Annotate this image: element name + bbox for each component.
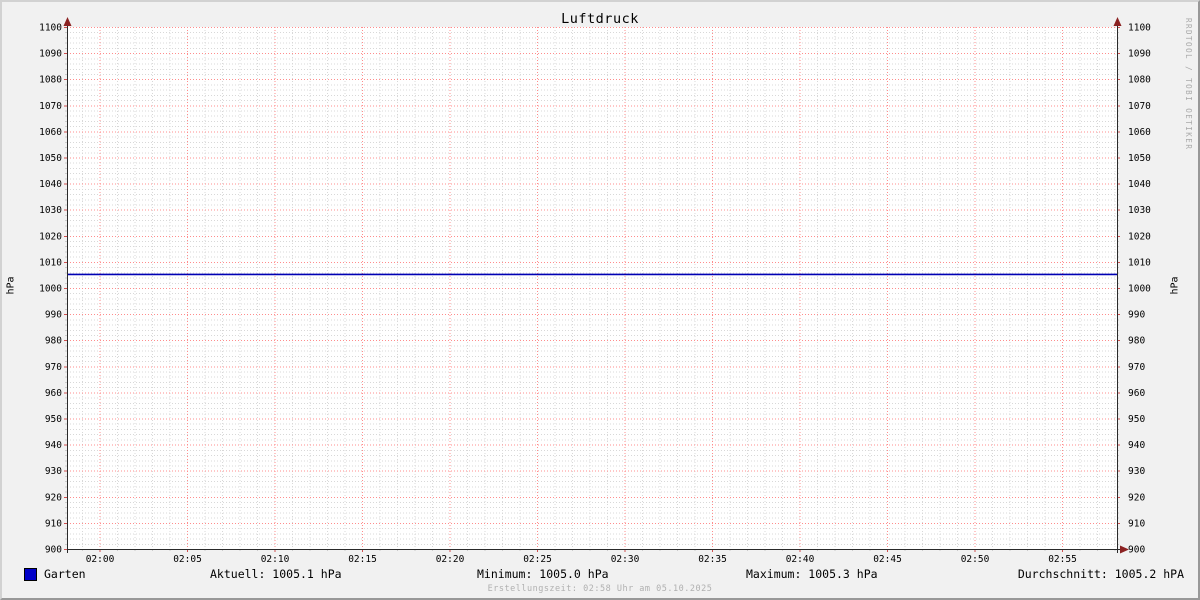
- svg-text:02:35: 02:35: [698, 554, 727, 565]
- legend-stat-maximum: Maximum: 1005.3 hPa: [746, 567, 878, 581]
- svg-text:970: 970: [45, 362, 62, 373]
- svg-text:1070: 1070: [39, 101, 62, 112]
- legend-series-label: Garten: [44, 567, 86, 581]
- svg-text:1040: 1040: [39, 179, 62, 190]
- svg-text:1060: 1060: [39, 127, 62, 138]
- svg-text:1000: 1000: [1128, 284, 1151, 295]
- series-color-swatch: [24, 568, 37, 581]
- svg-text:1010: 1010: [39, 257, 62, 268]
- svg-text:940: 940: [1128, 440, 1145, 451]
- svg-text:900: 900: [1128, 545, 1145, 556]
- svg-text:1100: 1100: [1128, 23, 1151, 34]
- svg-text:920: 920: [1128, 492, 1145, 503]
- svg-text:980: 980: [1128, 336, 1145, 347]
- svg-text:930: 930: [1128, 466, 1145, 477]
- svg-text:02:50: 02:50: [961, 554, 990, 565]
- svg-text:02:15: 02:15: [348, 554, 377, 565]
- svg-text:02:20: 02:20: [436, 554, 465, 565]
- svg-text:910: 910: [45, 518, 62, 529]
- svg-text:990: 990: [45, 310, 62, 321]
- svg-text:910: 910: [1128, 518, 1145, 529]
- svg-text:960: 960: [45, 388, 62, 399]
- svg-text:1090: 1090: [39, 49, 62, 60]
- creation-timestamp: Erstellungszeit: 02:58 Uhr am 05.10.2025: [2, 584, 1198, 594]
- svg-text:02:00: 02:00: [86, 554, 115, 565]
- svg-text:1040: 1040: [1128, 179, 1151, 190]
- svg-text:02:30: 02:30: [611, 554, 640, 565]
- svg-text:1090: 1090: [1128, 49, 1151, 60]
- svg-text:950: 950: [1128, 414, 1145, 425]
- svg-text:1070: 1070: [1128, 101, 1151, 112]
- legend-stat-minimum: Minimum: 1005.0 hPa: [477, 567, 609, 581]
- svg-text:950: 950: [45, 414, 62, 425]
- svg-text:940: 940: [45, 440, 62, 451]
- svg-text:1100: 1100: [39, 23, 62, 34]
- svg-text:1000: 1000: [39, 284, 62, 295]
- svg-text:1050: 1050: [1128, 153, 1151, 164]
- svg-text:980: 980: [45, 336, 62, 347]
- svg-text:02:05: 02:05: [173, 554, 202, 565]
- svg-text:1080: 1080: [1128, 75, 1151, 86]
- svg-text:02:25: 02:25: [523, 554, 552, 565]
- legend-stat-durchschnitt: Durchschnitt: 1005.2 hPA: [1018, 567, 1184, 581]
- svg-text:960: 960: [1128, 388, 1145, 399]
- svg-text:1030: 1030: [1128, 205, 1151, 216]
- svg-text:1050: 1050: [39, 153, 62, 164]
- svg-text:930: 930: [45, 466, 62, 477]
- svg-text:990: 990: [1128, 310, 1145, 321]
- svg-text:02:10: 02:10: [261, 554, 290, 565]
- svg-text:1010: 1010: [1128, 257, 1151, 268]
- svg-text:02:55: 02:55: [1048, 554, 1077, 565]
- rrdtool-graph: Luftdruck hPa hPa RRDTOOL / TOBI OETIKER…: [0, 0, 1200, 600]
- svg-text:970: 970: [1128, 362, 1145, 373]
- svg-text:02:40: 02:40: [786, 554, 815, 565]
- svg-text:1030: 1030: [39, 205, 62, 216]
- svg-text:900: 900: [45, 545, 62, 556]
- svg-text:1020: 1020: [39, 231, 62, 242]
- svg-text:02:45: 02:45: [873, 554, 902, 565]
- svg-text:920: 920: [45, 492, 62, 503]
- svg-text:1080: 1080: [39, 75, 62, 86]
- chart-plot: 02:00 02:05 02:10 02:15 02:20 02:25 02:30 02:35…: [2, 2, 1198, 598]
- legend-stat-aktuell: Aktuell: 1005.1 hPa: [210, 567, 342, 581]
- svg-text:1020: 1020: [1128, 231, 1151, 242]
- svg-text:1060: 1060: [1128, 127, 1151, 138]
